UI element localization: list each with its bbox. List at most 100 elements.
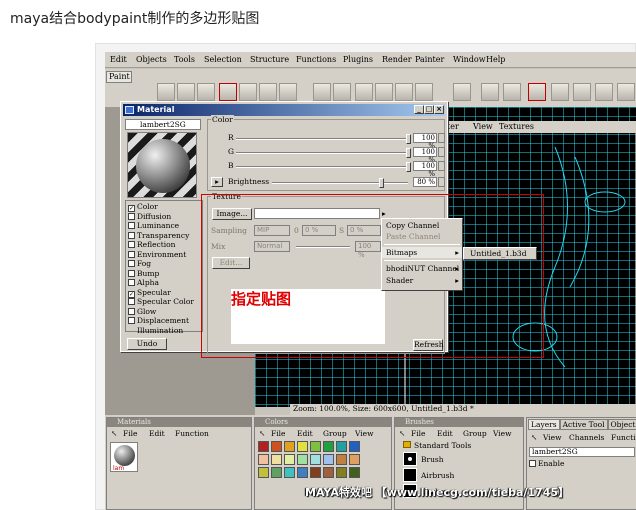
layer-name-field[interactable]: lambert2SG <box>529 447 635 457</box>
gradient-tool-icon[interactable] <box>481 83 499 101</box>
materials-menu-edit[interactable]: Edit <box>149 429 165 438</box>
brush-preview-icon[interactable] <box>403 452 417 466</box>
brushes-menu-file[interactable]: File <box>411 429 425 438</box>
menu-item-bitmaps[interactable]: Bitmaps ▸ <box>382 247 462 258</box>
hand-tool-icon[interactable] <box>453 83 471 101</box>
color-swatch[interactable] <box>297 441 308 452</box>
enable-box[interactable] <box>529 460 536 467</box>
menu-structure[interactable]: Structure <box>250 55 289 64</box>
brushes-menu-view[interactable]: View <box>493 429 512 438</box>
menu-objects[interactable]: Objects <box>136 55 167 64</box>
no-color-icon[interactable] <box>503 83 521 101</box>
brightness-spinner[interactable] <box>438 177 445 187</box>
color-swatch[interactable] <box>297 467 308 478</box>
channel-checkbox[interactable] <box>128 260 135 267</box>
material-thumbnail[interactable]: lam <box>110 442 138 472</box>
b-thumb[interactable] <box>406 162 411 172</box>
brightness-track[interactable] <box>272 182 408 184</box>
menu-window[interactable]: Window <box>453 55 486 64</box>
channel-checkbox[interactable] <box>128 222 135 229</box>
minimize-button[interactable]: _ <box>414 105 424 114</box>
brush-item-brush[interactable]: Brush <box>421 455 444 464</box>
color-swatch[interactable] <box>336 467 347 478</box>
color-swatch[interactable] <box>336 441 347 452</box>
colors-arrow-icon[interactable]: ↖ <box>259 429 265 438</box>
menu-tools[interactable]: Tools <box>174 55 195 64</box>
fill-tool-icon[interactable] <box>375 83 393 101</box>
color-swatch[interactable] <box>258 441 269 452</box>
brushes-arrow-icon[interactable]: ↖ <box>399 429 405 438</box>
brush-tool-icon[interactable] <box>219 83 237 101</box>
channel-environment[interactable]: Environment <box>128 250 186 260</box>
r-value[interactable]: 100 % <box>413 133 437 150</box>
brightness-thumb[interactable] <box>378 178 384 188</box>
channel-checkbox[interactable] <box>128 231 135 239</box>
menu-item-copy-channel[interactable]: Copy Channel <box>382 220 462 231</box>
channel-checkbox[interactable] <box>128 241 135 248</box>
channel-diffusion[interactable]: Diffusion <box>128 212 171 222</box>
move-tool-icon[interactable] <box>157 83 175 101</box>
brightness-value[interactable]: 80 % <box>413 177 437 187</box>
layers-arrow-icon[interactable]: ↖ <box>531 433 537 442</box>
channel-fog[interactable]: Fog <box>128 259 151 269</box>
b-spinner[interactable] <box>438 161 445 171</box>
channel-checkbox[interactable] <box>128 307 135 315</box>
uv-misc-icon[interactable] <box>617 83 635 101</box>
line-tool-icon[interactable] <box>333 83 351 101</box>
channel-luminance[interactable]: Luminance <box>128 221 179 231</box>
layers-menu-channels[interactable]: Channels <box>569 433 604 442</box>
channel-specular-color[interactable]: Specular Color <box>128 297 194 307</box>
smudge-tool-icon[interactable] <box>279 83 297 101</box>
g-spinner[interactable] <box>438 147 445 157</box>
pin-tool-icon[interactable] <box>313 83 331 101</box>
rotate-tool-icon[interactable] <box>197 83 215 101</box>
menu-help[interactable]: Help <box>486 55 505 64</box>
menu-item-untitled-b3d[interactable]: Untitled_1.b3d <box>464 248 536 259</box>
r-track[interactable] <box>236 138 408 140</box>
color-swatch[interactable] <box>271 441 282 452</box>
channel-checkbox[interactable] <box>128 212 135 220</box>
color-swatch[interactable] <box>323 467 334 478</box>
menu-item-paste-channel[interactable]: Paste Channel <box>382 231 462 242</box>
b-slider[interactable]: B 100 % <box>212 161 445 178</box>
uv-layout-icon[interactable] <box>551 83 569 101</box>
r-thumb[interactable] <box>406 134 411 144</box>
color-swatch[interactable] <box>323 454 334 465</box>
brush-item-airbrush[interactable]: Airbrush <box>421 471 454 480</box>
channel-color[interactable]: ✓ Color <box>128 202 158 212</box>
channel-displacement[interactable]: Displacement <box>128 316 189 326</box>
color-swatch[interactable] <box>323 441 334 452</box>
channel-illumination[interactable]: Illumination <box>137 326 183 336</box>
channel-checkbox[interactable] <box>128 317 135 324</box>
layers-menu-view[interactable]: View <box>543 433 562 442</box>
channel-checkbox[interactable] <box>128 298 135 305</box>
color-swatch[interactable] <box>310 454 321 465</box>
g-value[interactable]: 100 % <box>413 147 437 164</box>
maximize-button[interactable]: □ <box>424 105 434 114</box>
tab-object[interactable]: Object <box>607 419 636 430</box>
r-slider[interactable]: R 100 % <box>212 133 445 150</box>
b-value[interactable]: 100 % <box>413 161 437 178</box>
g-track[interactable] <box>236 152 408 154</box>
tab-layers[interactable]: Layers <box>528 419 560 430</box>
materials-arrow-icon[interactable]: ↖ <box>111 429 117 438</box>
color-swatch[interactable] <box>349 454 360 465</box>
menu-render[interactable]: Render <box>382 55 412 64</box>
brightness-slider[interactable]: ▸ Brightness 80 % <box>211 177 445 189</box>
stamp-tool-icon[interactable] <box>415 83 433 101</box>
channel-checkbox[interactable] <box>128 269 135 277</box>
channel-alpha[interactable]: Alpha <box>128 278 159 288</box>
menu-edit[interactable]: Edit <box>110 55 127 64</box>
menu-item-shader[interactable]: Shader ▸ <box>382 275 462 286</box>
colors-menu-edit[interactable]: Edit <box>297 429 313 438</box>
pencil-tool-icon[interactable] <box>239 83 257 101</box>
uv-tools-icon[interactable] <box>595 83 613 101</box>
layers-menu-functi[interactable]: Functi <box>611 433 635 442</box>
materials-menu-function[interactable]: Function <box>175 429 209 438</box>
viewport-menu-textures[interactable]: Textures <box>499 122 534 131</box>
eyedropper-tool-icon[interactable] <box>395 83 413 101</box>
g-slider[interactable]: G 100 % <box>212 147 445 164</box>
enable-checkbox[interactable]: Enable <box>529 459 564 468</box>
channel-checkbox[interactable] <box>128 279 135 286</box>
close-button[interactable]: × <box>434 105 444 114</box>
